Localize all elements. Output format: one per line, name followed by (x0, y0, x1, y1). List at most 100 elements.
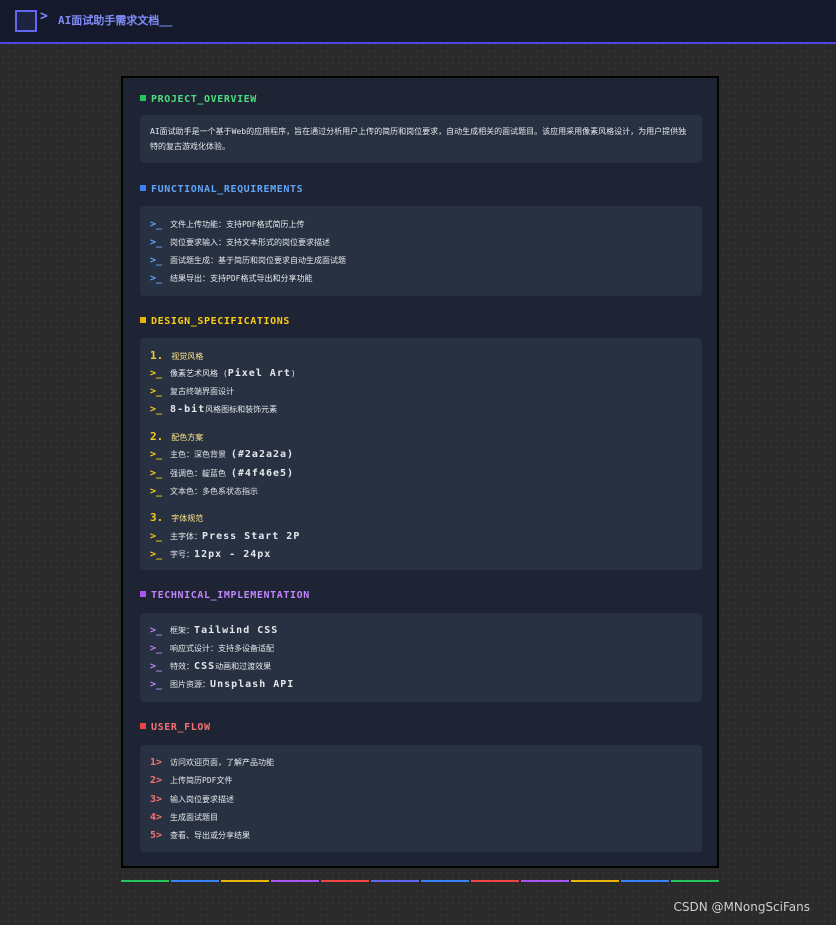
item-tail: 动画和过渡效果 (215, 662, 272, 671)
item-text: 像素艺术风格 ( (170, 369, 228, 378)
step-number: 2> (150, 775, 163, 786)
top-bar: > AI面试助手需求文档__ (0, 0, 836, 44)
group-heading: 1. 视觉风格 (150, 346, 203, 362)
technical-box: >_ 框架：Tailwind CSS >_ 响应式设计：支持多设备适配 >_ 特效：C… (140, 613, 702, 702)
list-item-text: 岗位要求输入：支持文本形式的岗位要求描述 (170, 238, 331, 247)
flow-step: 2> 上传简历PDF文件 (150, 770, 233, 786)
section-title: PROJECT_OVERVIEW (140, 93, 257, 107)
item-text: 特效： (170, 662, 195, 671)
prompt-marker: >_ (150, 679, 163, 690)
green-square-icon (140, 95, 146, 101)
section-title: USER_FLOW (140, 721, 211, 735)
item-text: 响应式设计：支持多设备适配 (170, 644, 275, 653)
flow-step: 1> 访问欢迎页面，了解产品功能 (150, 752, 274, 768)
item-code: (#4f46e5) (230, 468, 295, 479)
item-text: 主色：深色背景 (170, 450, 231, 459)
list-item: >_ 复古终端界面设计 (150, 381, 234, 397)
divider-segment (521, 880, 569, 882)
watermark: CSDN @MNongSciFans (673, 900, 810, 914)
list-item-text: 面试题生成：基于简历和岗位要求自动生成面试题 (170, 256, 347, 265)
step-text: 生成面试题目 (170, 813, 219, 822)
list-item: >_ 主字体：Press Start 2P (150, 526, 300, 542)
section-title: DESIGN_SPECIFICATIONS (140, 315, 290, 329)
list-item: >_ 面试题生成：基于简历和岗位要求自动生成面试题 (150, 250, 346, 266)
divider-segment (321, 880, 369, 882)
group-number: 1. (150, 349, 164, 362)
chevron-right-icon: > (40, 9, 48, 24)
functional-box: >_ 文件上传功能：支持PDF格式简历上传 >_ 岗位要求输入：支持文本形式的岗位要… (140, 206, 702, 296)
prompt-marker: >_ (150, 486, 163, 497)
item-code: Unsplash API (210, 679, 295, 690)
step-number: 4> (150, 812, 163, 823)
divider-segment (621, 880, 669, 882)
list-item: >_ 结果导出：支持PDF格式导出和分享功能 (150, 268, 313, 284)
prompt-marker: >_ (150, 368, 163, 379)
flow-step: 5> 查看、导出或分享结果 (150, 825, 250, 841)
pixel-square-icon[interactable] (15, 10, 37, 32)
item-code: Pixel Art (227, 368, 291, 379)
item-code: 8-bit (170, 404, 206, 415)
divider-segment (471, 880, 519, 882)
prompt-marker: >_ (150, 255, 163, 266)
overview-box: AI面试助手是一个基于Web的应用程序，旨在通过分析用户上传的简历和岗位要求，自… (140, 115, 702, 163)
group-heading-text: 字体规范 (171, 514, 204, 523)
item-tail: ) (290, 369, 296, 378)
group-heading: 2. 配色方案 (150, 427, 203, 443)
step-text: 上传简历PDF文件 (170, 776, 233, 785)
item-text: 主字体： (170, 532, 203, 541)
page-title: AI面试助手需求文档__ (58, 14, 173, 27)
list-item: >_ 文件上传功能：支持PDF格式简历上传 (150, 214, 305, 230)
step-text: 查看、导出或分享结果 (170, 831, 251, 840)
item-code: CSS (194, 661, 216, 672)
step-text: 输入岗位要求描述 (170, 795, 235, 804)
document-panel: PROJECT_OVERVIEW AI面试助手是一个基于Web的应用程序，旨在通… (121, 76, 719, 868)
list-item-text: 文件上传功能：支持PDF格式简历上传 (170, 220, 305, 229)
prompt-marker: >_ (150, 404, 163, 415)
divider-segment (421, 880, 469, 882)
item-code: (#2a2a2a) (230, 449, 295, 460)
prompt-marker: >_ (150, 661, 163, 672)
divider-segment (171, 880, 219, 882)
list-item: >_ 文本色：多色系状态指示 (150, 481, 258, 497)
list-item-text: 结果导出：支持PDF格式导出和分享功能 (170, 274, 313, 283)
item-tail: 风格图标和装饰元素 (205, 405, 278, 414)
flow-step: 4> 生成面试题目 (150, 807, 218, 823)
list-item: >_ 岗位要求输入：支持文本形式的岗位要求描述 (150, 232, 330, 248)
group-heading: 3. 字体规范 (150, 508, 203, 524)
item-code: Tailwind CSS (194, 625, 279, 636)
purple-square-icon (140, 591, 146, 597)
divider-segment (371, 880, 419, 882)
prompt-marker: >_ (150, 386, 163, 397)
prompt-marker: >_ (150, 643, 163, 654)
item-text: 强调色：靛蓝色 (170, 469, 231, 478)
group-heading-text: 视觉风格 (171, 352, 204, 361)
list-item: >_ 特效：CSS动画和过渡效果 (150, 656, 271, 672)
prompt-marker: >_ (150, 219, 163, 230)
prompt-marker: >_ (150, 625, 163, 636)
item-text: 框架： (170, 626, 195, 635)
step-number: 3> (150, 794, 163, 805)
divider-segment (571, 880, 619, 882)
item-text: 文本色：多色系状态指示 (170, 487, 259, 496)
section-title: FUNCTIONAL_REQUIREMENTS (140, 183, 303, 197)
red-square-icon (140, 723, 146, 729)
list-item: >_ 框架：Tailwind CSS (150, 620, 278, 636)
blue-square-icon (140, 185, 146, 191)
prompt-marker: >_ (150, 449, 163, 460)
group-number: 3. (150, 511, 164, 524)
group-heading-text: 配色方案 (171, 433, 204, 442)
divider-segment (271, 880, 319, 882)
list-item: >_ 字号：12px - 24px (150, 544, 271, 560)
list-item: >_ 像素艺术风格 (Pixel Art) (150, 363, 296, 379)
item-code: 12px - 24px (194, 549, 272, 560)
list-item: >_ 响应式设计：支持多设备适配 (150, 638, 274, 654)
flow-step: 3> 输入岗位要求描述 (150, 789, 234, 805)
divider-segment (121, 880, 169, 882)
section-title: TECHNICAL_IMPLEMENTATION (140, 589, 310, 603)
step-number: 1> (150, 757, 163, 768)
item-text: 复古终端界面设计 (170, 387, 235, 396)
step-number: 5> (150, 830, 163, 841)
prompt-marker: >_ (150, 531, 163, 542)
overview-text: AI面试助手是一个基于Web的应用程序，旨在通过分析用户上传的简历和岗位要求，自… (150, 127, 687, 151)
item-text: 字号： (170, 550, 195, 559)
